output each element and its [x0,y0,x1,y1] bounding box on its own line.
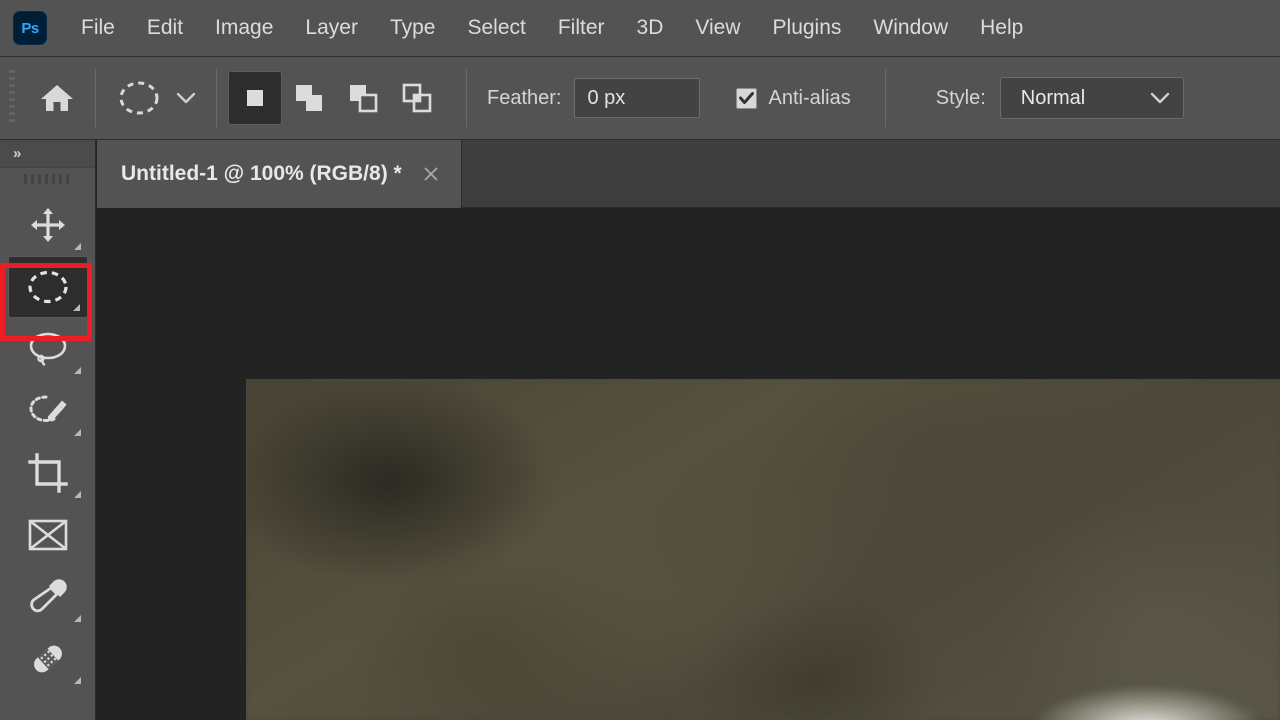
menu-item-filter[interactable]: Filter [542,12,621,44]
menu-item-type[interactable]: Type [374,12,452,44]
spot-healing-brush-tool-button[interactable] [8,628,88,690]
chevron-down-icon [175,91,197,105]
close-icon[interactable] [421,164,441,184]
feather-input[interactable]: 0 px [574,78,701,118]
style-label: Style: [935,86,986,109]
subtract-from-selection-button[interactable] [336,71,390,125]
menu-item-3d[interactable]: 3D [621,12,680,44]
selection-mode-group [228,71,444,125]
document-tab-bar: Untitled-1 @ 100% (RGB/8) * [97,140,1280,208]
crop-icon [27,452,69,494]
style-dropdown-value: Normal [1020,86,1086,109]
options-separator-1 [95,69,96,127]
style-group: Style: Normal [936,77,1184,119]
lasso-tool-button[interactable] [8,318,88,380]
frame-icon [26,517,70,553]
document-tab[interactable]: Untitled-1 @ 100% (RGB/8) * [97,140,462,208]
elliptical-marquee-icon [25,268,71,306]
anti-alias-toggle[interactable]: Anti-alias [736,86,851,110]
lasso-icon [27,329,69,369]
options-bar: Feather: 0 px Anti-alias Style: Normal [0,57,1280,140]
quick-selection-icon [26,391,70,431]
document-tab-title: Untitled-1 @ 100% (RGB/8) * [121,162,402,185]
anti-alias-checkbox[interactable] [736,87,758,109]
tool-flyout-indicator [73,615,81,622]
menu-bar: Ps File Edit Image Layer Type Select Fil… [0,0,1280,57]
tool-list [0,190,95,690]
photoshop-logo-text: Ps [21,19,39,37]
intersect-with-selection-button[interactable] [390,71,444,125]
eyedropper-icon [27,576,69,618]
menu-item-layer[interactable]: Layer [289,12,374,44]
checkmark-icon [739,91,755,105]
style-dropdown[interactable]: Normal [999,77,1184,119]
move-tool-button[interactable] [8,194,88,256]
move-icon [28,205,68,245]
tool-flyout-indicator [73,491,81,498]
options-separator-3 [466,69,467,127]
photoshop-logo[interactable]: Ps [13,11,47,45]
tool-flyout-indicator [73,243,81,250]
menu-item-edit[interactable]: Edit [131,12,199,44]
frame-tool-button[interactable] [8,504,88,566]
menu-item-plugins[interactable]: Plugins [757,12,858,44]
subtract-from-selection-icon [346,82,380,114]
menu-item-help[interactable]: Help [964,12,1039,44]
home-button[interactable] [30,71,84,125]
canvas-image [246,379,1280,720]
tool-preset-chevron[interactable] [167,71,205,125]
menu-item-select[interactable]: Select [451,12,541,44]
document-canvas[interactable] [246,379,1280,720]
photoshop-window: Ps File Edit Image Layer Type Select Fil… [0,0,1280,720]
options-separator-2 [216,69,217,127]
canvas-image-highlight [1032,686,1262,720]
add-to-selection-icon [292,82,326,114]
tool-flyout-indicator [73,429,81,436]
menu-item-window[interactable]: Window [857,12,964,44]
tool-flyout-indicator [72,304,80,311]
menu-items: File Edit Image Layer Type Select Filter… [65,12,1039,44]
tool-preset-thumbnail [111,71,167,125]
tool-flyout-indicator [73,677,81,684]
tool-preset-picker[interactable] [111,71,205,125]
menu-item-file[interactable]: File [65,12,131,44]
eyedropper-tool-button[interactable] [8,566,88,628]
tools-panel-collapse-button[interactable]: » [0,140,95,168]
new-selection-button[interactable] [228,71,282,125]
crop-tool-button[interactable] [8,442,88,504]
double-chevron-right-icon: » [13,145,21,162]
object-selection-tool-button[interactable] [8,380,88,442]
menu-item-image[interactable]: Image [199,12,289,44]
add-to-selection-button[interactable] [282,71,336,125]
feather-label: Feather: [487,86,562,109]
tools-panel: » [0,140,96,720]
new-selection-icon [240,83,270,113]
healing-brush-icon [27,638,69,680]
tools-panel-drag-grip[interactable] [0,168,95,190]
tool-flyout-indicator [73,367,81,374]
canvas-workspace[interactable] [97,208,1280,720]
elliptical-marquee-tool-button[interactable] [7,256,88,318]
intersect-selection-icon [400,82,434,114]
home-icon [39,82,75,114]
anti-alias-label: Anti-alias [768,86,851,109]
elliptical-marquee-icon [116,78,162,118]
options-bar-drag-grip[interactable] [9,70,15,126]
drag-grip-handle [23,174,72,184]
options-separator-4 [884,69,886,127]
chevron-down-icon [1149,91,1171,105]
menu-item-view[interactable]: View [679,12,756,44]
